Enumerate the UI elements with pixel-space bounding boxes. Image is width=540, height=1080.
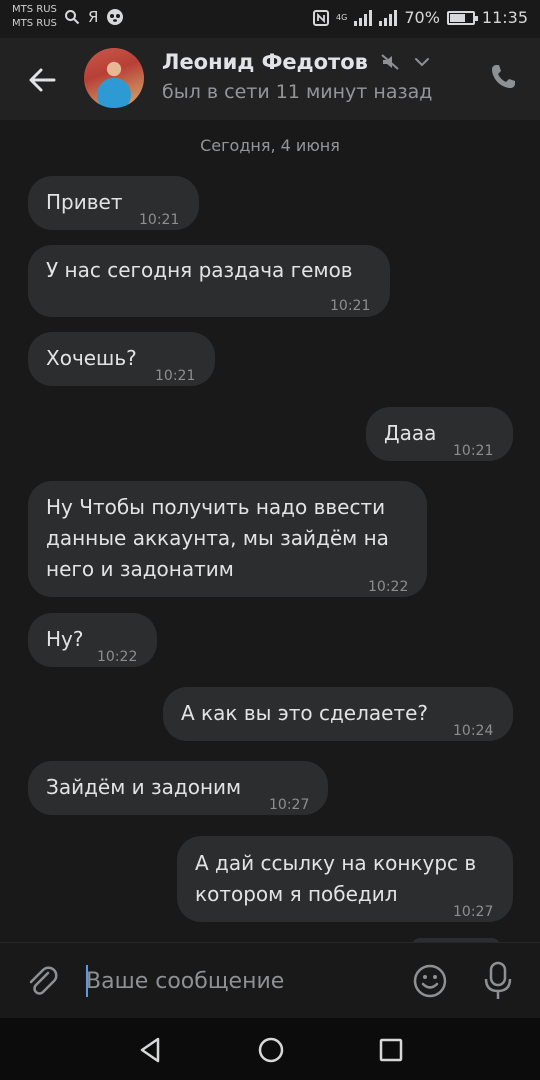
message-incoming[interactable]: Зайдём и задоним 10:27 (28, 761, 328, 815)
search-notification-icon (65, 10, 80, 25)
message-time: 10:21 (330, 298, 371, 314)
network-type: 4G (336, 13, 348, 22)
carrier-labels: MTS RUS MTS RUS (12, 3, 57, 31)
message-incoming[interactable]: Ну? 10:22 (28, 613, 157, 667)
message-composer (0, 942, 540, 1018)
system-nav-bar (0, 1018, 540, 1080)
message-text: Дааа (384, 421, 437, 445)
message-time: 10:22 (368, 579, 409, 595)
message-time: 10:27 (453, 904, 494, 920)
system-icons: 4G 70% 11:35 (313, 8, 528, 27)
paperclip-icon[interactable] (22, 961, 62, 1001)
nav-home-icon[interactable] (256, 1035, 286, 1065)
message-time: 10:27 (269, 797, 310, 813)
message-outgoing[interactable]: А как вы это сделаете? 10:24 (163, 687, 513, 741)
message-text: У нас сегодня раздача гемов (46, 258, 353, 282)
emoji-icon[interactable] (410, 961, 450, 1001)
message-text: А как вы это сделаете? (181, 701, 429, 725)
contact-last-seen: был в сети 11 минут назад (162, 81, 433, 103)
chevron-down-icon[interactable] (412, 52, 432, 72)
nfc-icon (313, 9, 330, 26)
message-text-line: котором я победил (195, 882, 398, 906)
message-time: 10:22 (97, 649, 138, 665)
message-time: 10:21 (453, 443, 494, 459)
carrier-2: MTS RUS (12, 18, 57, 29)
muted-icon (381, 54, 399, 70)
contact-name[interactable]: Леонид Федотов (162, 50, 368, 74)
nav-recents-icon[interactable] (376, 1035, 406, 1065)
message-incoming[interactable]: Ну Чтобы получить надо ввести данные акк… (28, 481, 427, 597)
phone-icon[interactable] (488, 62, 518, 92)
carrier-1: MTS RUS (12, 4, 57, 15)
date-separator: Сегодня, 4 июня (200, 136, 340, 155)
message-list[interactable]: Сегодня, 4 июня Привет 10:21 У нас сегод… (0, 120, 540, 942)
message-time: 10:21 (139, 212, 180, 228)
message-incoming[interactable]: Привет 10:21 (28, 176, 199, 230)
message-outgoing[interactable]: А дай ссылку на конкурс в котором я побе… (177, 836, 513, 922)
message-text-line: Ну Чтобы получить надо ввести (46, 495, 386, 519)
nav-back-icon[interactable] (136, 1035, 166, 1065)
signal-icon (354, 9, 373, 26)
message-time: 10:21 (155, 368, 196, 384)
clock: 11:35 (481, 8, 528, 27)
message-text-line: А дай ссылку на конкурс в (195, 851, 477, 875)
battery-fill (449, 13, 466, 22)
text-cursor (86, 965, 88, 997)
notification-icons: Я (64, 8, 124, 26)
message-time: 10:24 (453, 723, 494, 739)
message-text-line: данные аккаунта, мы зайдём на (46, 526, 389, 550)
status-bar: MTS RUS MTS RUS Я 4G 70% 11:35 (0, 0, 540, 38)
chat-header: Леонид Федотов был в сети 11 минут назад (0, 38, 540, 120)
yandex-notification-icon: Я (88, 8, 99, 26)
message-text: Ну? (46, 627, 84, 651)
message-text-line: него и задонатим (46, 557, 234, 581)
contact-title-row[interactable]: Леонид Федотов (162, 50, 432, 74)
message-incoming[interactable]: Хочешь? 10:21 (28, 332, 215, 386)
battery-percent: 70% (404, 8, 440, 27)
message-input[interactable] (86, 961, 386, 1001)
microphone-icon[interactable] (478, 959, 518, 1003)
message-incoming[interactable]: У нас сегодня раздача гемов 10:21 (28, 245, 390, 317)
panda-notification-icon (107, 9, 124, 25)
back-arrow-icon[interactable] (22, 60, 62, 100)
signal-icon-2 (379, 9, 398, 26)
message-text: Зайдём и задоним (46, 775, 242, 799)
contact-avatar[interactable] (84, 48, 144, 108)
battery-icon (446, 10, 478, 25)
message-text: Привет (46, 190, 123, 214)
message-text: Хочешь? (46, 346, 137, 370)
message-outgoing[interactable]: Дааа 10:21 (366, 407, 513, 461)
